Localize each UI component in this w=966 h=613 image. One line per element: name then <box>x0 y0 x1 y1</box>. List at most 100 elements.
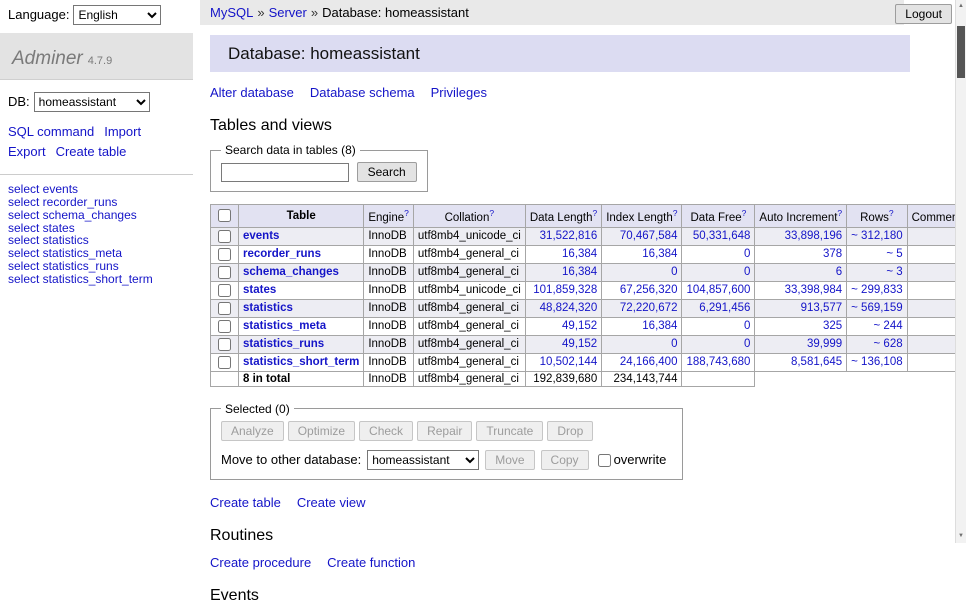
auto-increment-link[interactable]: 325 <box>823 320 842 332</box>
data-free-link[interactable]: 0 <box>744 266 750 278</box>
row-checkbox[interactable] <box>218 248 231 261</box>
table-link[interactable]: statistics_short_term <box>243 356 359 368</box>
rows-link[interactable]: ~ 299,833 <box>851 284 902 296</box>
create-function-link[interactable]: Create function <box>327 555 415 570</box>
breadcrumb-server-link[interactable]: Server <box>269 5 307 20</box>
sidebar-link-export[interactable]: Export <box>8 144 46 159</box>
data-free-link[interactable]: 0 <box>744 248 750 260</box>
search-button[interactable]: Search <box>357 162 417 182</box>
row-checkbox[interactable] <box>218 320 231 333</box>
scrollbar[interactable] <box>955 0 966 543</box>
repair-button[interactable]: Repair <box>417 421 472 441</box>
auto-increment-link[interactable]: 33,898,196 <box>785 230 843 242</box>
index-length-link[interactable]: 16,384 <box>642 320 677 332</box>
rows-link[interactable]: ~ 136,108 <box>851 356 902 368</box>
data-free-link[interactable]: 50,331,648 <box>693 230 751 242</box>
table-link[interactable]: statistics_meta <box>243 320 326 332</box>
breadcrumb-mysql-link[interactable]: MySQL <box>210 5 253 20</box>
data-length-link[interactable]: 16,384 <box>562 248 597 260</box>
truncate-button[interactable]: Truncate <box>476 421 543 441</box>
help-link[interactable]: ? <box>742 208 747 218</box>
rows-link[interactable]: ~ 628 <box>874 338 903 350</box>
help-link[interactable]: ? <box>404 208 409 218</box>
create-procedure-link[interactable]: Create procedure <box>210 555 311 570</box>
auto-increment-link[interactable]: 913,577 <box>801 302 843 314</box>
index-length-link[interactable]: 24,166,400 <box>620 356 678 368</box>
rows-link[interactable]: ~ 3 <box>886 266 902 278</box>
data-length-link[interactable]: 49,152 <box>562 338 597 350</box>
row-checkbox[interactable] <box>218 338 231 351</box>
row-checkbox[interactable] <box>218 284 231 297</box>
drop-button[interactable]: Drop <box>547 421 593 441</box>
data-length-link[interactable]: 10,502,144 <box>540 356 598 368</box>
row-checkbox[interactable] <box>218 356 231 369</box>
help-link[interactable]: ? <box>673 208 678 218</box>
index-length-link[interactable]: 70,467,584 <box>620 230 678 242</box>
data-length-link[interactable]: 48,824,320 <box>540 302 598 314</box>
auto-increment-link[interactable]: 378 <box>823 248 842 260</box>
logout-button[interactable]: Logout <box>895 4 952 24</box>
scrollbar-thumb[interactable] <box>957 26 965 78</box>
action-database-schema[interactable]: Database schema <box>310 85 415 100</box>
analyze-button[interactable]: Analyze <box>221 421 284 441</box>
sidebar-select-schema-changes[interactable]: select schema_changes <box>8 209 185 222</box>
optimize-button[interactable]: Optimize <box>288 421 355 441</box>
data-free-link[interactable]: 0 <box>744 338 750 350</box>
sidebar-link-sql-command[interactable]: SQL command <box>8 124 94 139</box>
auto-increment-link[interactable]: 33,398,984 <box>785 284 843 296</box>
sidebar-link-create-table[interactable]: Create table <box>56 144 127 159</box>
help-link[interactable]: ? <box>889 208 894 218</box>
sidebar-select-recorder-runs[interactable]: select recorder_runs <box>8 196 185 209</box>
row-checkbox[interactable] <box>218 230 231 243</box>
data-free-link[interactable]: 104,857,600 <box>686 284 750 296</box>
help-link[interactable]: ? <box>489 208 494 218</box>
table-link[interactable]: events <box>243 230 279 242</box>
db-select[interactable]: homeassistant <box>34 92 150 112</box>
overwrite-checkbox[interactable] <box>598 454 611 467</box>
index-length-link[interactable]: 72,220,672 <box>620 302 678 314</box>
auto-increment-link[interactable]: 6 <box>836 266 842 278</box>
overwrite-option[interactable]: overwrite <box>595 452 667 467</box>
scroll-up-icon[interactable] <box>956 0 966 13</box>
table-link[interactable]: statistics <box>243 302 293 314</box>
rows-link[interactable]: ~ 244 <box>874 320 903 332</box>
table-link[interactable]: schema_changes <box>243 266 339 278</box>
data-length-link[interactable]: 101,859,328 <box>533 284 597 296</box>
action-alter-database[interactable]: Alter database <box>210 85 294 100</box>
app-name[interactable]: Adminer <box>12 48 83 69</box>
row-checkbox[interactable] <box>218 266 231 279</box>
rows-link[interactable]: ~ 569,159 <box>851 302 902 314</box>
auto-increment-link[interactable]: 8,581,645 <box>791 356 842 368</box>
help-link[interactable]: ? <box>837 208 842 218</box>
check-all-checkbox[interactable] <box>218 209 231 222</box>
create-table-link[interactable]: Create table <box>210 495 281 510</box>
scroll-down-icon[interactable] <box>956 530 966 543</box>
check-button[interactable]: Check <box>359 421 413 441</box>
auto-increment-link[interactable]: 39,999 <box>807 338 842 350</box>
help-link[interactable]: ? <box>592 208 597 218</box>
index-length-link[interactable]: 0 <box>671 338 677 350</box>
create-view-link[interactable]: Create view <box>297 495 366 510</box>
move-button[interactable]: Move <box>485 450 534 470</box>
data-length-link[interactable]: 16,384 <box>562 266 597 278</box>
index-length-link[interactable]: 67,256,320 <box>620 284 678 296</box>
language-select[interactable]: English <box>73 5 161 25</box>
rows-link[interactable]: ~ 312,180 <box>851 230 902 242</box>
index-length-link[interactable]: 0 <box>671 266 677 278</box>
data-free-link[interactable]: 0 <box>744 320 750 332</box>
data-length-link[interactable]: 49,152 <box>562 320 597 332</box>
data-free-link[interactable]: 188,743,680 <box>686 356 750 368</box>
move-db-select[interactable]: homeassistant <box>367 450 479 470</box>
action-privileges[interactable]: Privileges <box>431 85 487 100</box>
table-link[interactable]: states <box>243 284 276 296</box>
data-length-link[interactable]: 31,522,816 <box>540 230 598 242</box>
copy-button[interactable]: Copy <box>541 450 589 470</box>
search-input[interactable] <box>221 163 349 182</box>
sidebar-link-import[interactable]: Import <box>104 124 141 139</box>
index-length-link[interactable]: 16,384 <box>642 248 677 260</box>
table-link[interactable]: recorder_runs <box>243 248 321 260</box>
sidebar-select-statistics-runs[interactable]: select statistics_runs <box>8 260 185 273</box>
data-free-link[interactable]: 6,291,456 <box>699 302 750 314</box>
sidebar-select-statistics-short-term[interactable]: select statistics_short_term <box>8 273 185 286</box>
table-link[interactable]: statistics_runs <box>243 338 324 350</box>
